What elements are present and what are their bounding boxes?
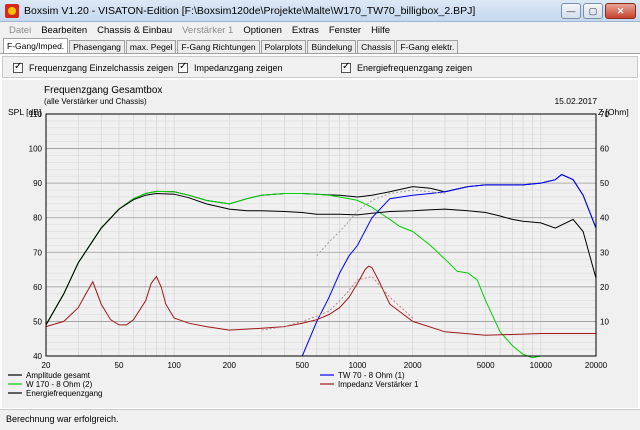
series-line-5: [316, 189, 446, 257]
y-tick-label: 90: [33, 179, 42, 188]
plot-frame: [45, 113, 597, 357]
y-tick-label: 100: [29, 145, 43, 154]
y-tick-label: 70: [33, 248, 42, 257]
legend-label: Impedanz Verstärker 1: [338, 380, 419, 389]
legend-label: Amplitude gesamt: [26, 371, 91, 380]
y2-tick-label: 60: [600, 145, 609, 154]
option-impedanz[interactable]: Impedanzgang zeigen: [178, 61, 283, 73]
y-tick-label: 40: [33, 352, 42, 361]
y2-tick-label: 70: [600, 110, 609, 119]
einzelchassis-checkbox[interactable]: [13, 61, 23, 73]
option-energie[interactable]: Energiefrequenzgang zeigen: [341, 61, 473, 73]
x-tick-label: 100: [167, 361, 181, 370]
menu-hilfe[interactable]: Hilfe: [366, 25, 395, 36]
einzelchassis-label: Frequenzgang Einzelchassis zeigen: [29, 63, 174, 73]
y2-tick-label: 20: [600, 283, 609, 292]
status-bar: Berechnung war erfolgreich.: [0, 409, 640, 430]
tab-fgang-elektr[interactable]: F-Gang elektr.: [396, 40, 459, 53]
series-line-3: [301, 173, 597, 357]
x-tick-label: 2000: [404, 361, 422, 370]
energie-label: Energiefrequenzgang zeigen: [357, 63, 473, 73]
plot-panel: Frequenzgang Gesamtbox (alle Verstärker …: [2, 80, 638, 408]
x-tick-label: 20000: [585, 361, 608, 370]
chart-ticks: 20 50 100 200 500 1000 2000 5000 10000 20000 40 50 6…: [29, 110, 610, 370]
frequency-response-chart: Frequenzgang Gesamtbox (alle Verstärker …: [8, 85, 629, 398]
title-bar: Boxsim V1.20 - VISATON-Edition [F:\Boxsi…: [0, 0, 640, 22]
tab-fgang-richtungen[interactable]: F-Gang Richtungen: [177, 40, 260, 53]
chart-grid: [45, 113, 597, 357]
menu-bar: Datei Bearbeiten Chassis & Einbau Verstä…: [0, 22, 640, 39]
x-tick-label: 200: [223, 361, 237, 370]
app-icon: [5, 4, 19, 18]
close-button[interactable]: ✕: [605, 3, 636, 19]
maximize-button[interactable]: ▢: [583, 3, 603, 19]
menu-bearbeiten[interactable]: Bearbeiten: [36, 25, 92, 36]
x-tick-label: 1000: [349, 361, 367, 370]
tab-chassis[interactable]: Chassis: [357, 40, 396, 53]
menu-chassis-einbau[interactable]: Chassis & Einbau: [92, 25, 177, 36]
tab-strip: F-Gang/Imped. Phasengang max. Pegel F-Ga…: [0, 38, 640, 54]
tab-buendelung[interactable]: Bündelung: [307, 40, 357, 53]
x-tick-label: 50: [115, 361, 124, 370]
menu-verstaerker[interactable]: Verstärker 1: [177, 25, 238, 36]
menu-fenster[interactable]: Fenster: [324, 25, 366, 36]
y2-tick-label: 40: [600, 214, 609, 223]
minimize-button[interactable]: —: [561, 3, 581, 19]
window-title: Boxsim V1.20 - VISATON-Edition [F:\Boxsi…: [24, 5, 476, 17]
impedanz-checkbox[interactable]: [178, 61, 188, 73]
option-einzelchassis[interactable]: Frequenzgang Einzelchassis zeigen: [13, 61, 174, 73]
chart-legend: Amplitude gesamt TW 70 - 8 Ohm (1) W 170 -…: [8, 371, 419, 398]
chart-subtitle: (alle Verstärker und Chassis): [44, 97, 147, 106]
y-tick-label: 80: [33, 214, 42, 223]
tab-max-pegel[interactable]: max. Pegel: [125, 40, 177, 53]
status-text: Berechnung war erfolgreich.: [6, 414, 119, 424]
tab-polarplots[interactable]: Polarplots: [260, 40, 307, 53]
legend-label: W 170 - 8 Ohm (2): [26, 380, 93, 389]
tab-phasengang[interactable]: Phasengang: [69, 40, 125, 53]
x-tick-label: 5000: [477, 361, 495, 370]
y-tick-label: 110: [29, 110, 42, 119]
options-panel: Frequenzgang Einzelchassis zeigen Impeda…: [2, 56, 638, 78]
y-tick-label: 60: [33, 283, 42, 292]
y-tick-label: 50: [33, 317, 42, 326]
legend-label: TW 70 - 8 Ohm (1): [338, 371, 405, 380]
legend-label: Energiefrequenzgang: [26, 389, 103, 398]
impedanz-label: Impedanzgang zeigen: [194, 63, 283, 73]
x-tick-label: 500: [296, 361, 310, 370]
series-line-1: [45, 190, 596, 359]
y2-tick-label: 10: [600, 317, 609, 326]
y2-tick-label: 30: [600, 248, 609, 257]
chart-title: Frequenzgang Gesamtbox: [44, 85, 162, 96]
tab-fgang-imped[interactable]: F-Gang/Imped.: [3, 38, 69, 53]
menu-datei[interactable]: Datei: [4, 25, 36, 36]
chart-date: 15.02.2017: [554, 96, 597, 106]
x-tick-label: 10000: [530, 361, 553, 370]
y2-tick-label: 50: [600, 179, 609, 188]
energie-checkbox[interactable]: [341, 61, 351, 73]
x-tick-label: 20: [42, 361, 51, 370]
menu-optionen[interactable]: Optionen: [238, 25, 287, 36]
menu-extras[interactable]: Extras: [287, 25, 324, 36]
